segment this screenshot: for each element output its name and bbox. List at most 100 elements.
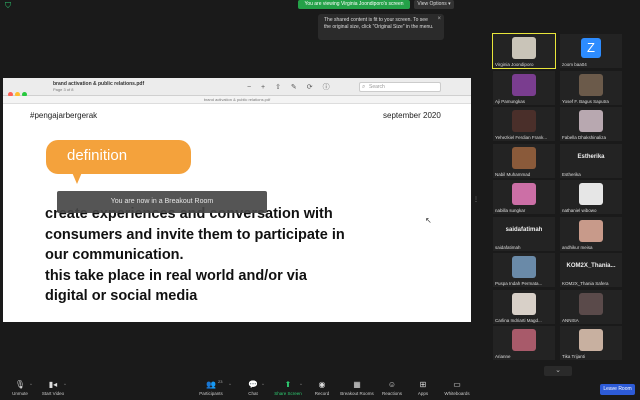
participant-video [579,110,603,132]
viewing-screen-banner: You are viewing Virginia Joondiporo's sc… [298,0,410,9]
fit-to-screen-tooltip: The shared content is fit to your screen… [318,14,444,40]
leave-room-button[interactable]: Leave Room [600,384,635,395]
pen-icon[interactable]: ✎ [291,84,301,91]
participant-name: KOM2X_Thania Safera [562,281,609,286]
panel-resize-handle[interactable]: ⋮ [473,196,479,206]
definition-label: definition [67,147,128,164]
body-line: digital or social media [45,288,198,304]
participant-name: Yehezkiel Ferdian Frank... [495,135,548,140]
close-icon[interactable]: × [437,16,441,23]
body-line: consumers and invite them to participate… [45,226,345,243]
definition-bubble-tail [71,170,83,184]
participant-display-name: saidafatimah [505,226,543,233]
zoom-out-icon[interactable]: − [247,84,255,91]
video-options-caret[interactable]: ^ [64,382,66,387]
participant-video [512,73,536,96]
participant-name: Puspa Indah Permata... [495,281,543,286]
participant-name: Nabil Muhammad [495,171,531,177]
participant-name: Estherika [562,171,581,177]
participants-button[interactable]: 👥 Participants [191,380,231,397]
participant-video [579,329,603,351]
participant-display-name: Estherika [577,153,605,160]
participant-video [512,183,536,205]
breakout-rooms-icon: ▦ [353,380,361,389]
participants-icon: 👥 [206,380,216,389]
zoom-in-icon[interactable]: + [261,84,269,91]
participant-name: nabilla sungkar [495,208,526,213]
participant-name: Arianne [495,354,511,359]
body-line: this take place in real world and/or via [45,267,307,284]
participant-tile[interactable]: nathaniel wibowo [560,180,622,214]
participant-tile[interactable]: Carlina Indriarti Magd... [493,289,555,324]
participant-tile[interactable]: Zzoom baa04 [560,34,622,68]
participant-video [512,329,536,351]
slide-hashtag: #pengajarbergerak [30,111,98,120]
participant-video [579,219,603,242]
view-options-button[interactable]: View Options ▾ [414,0,454,9]
participants-count: 23 [218,379,223,384]
participant-name: Tika Trijanti [562,354,585,359]
top-bar: ⛉ You are viewing Virginia Joondiporo's … [0,0,640,12]
chat-icon: 💬 [248,380,258,389]
participant-tile[interactable]: Aji Pamungkas [493,70,555,105]
participant-name: Virginia Joondiporo [495,62,534,67]
participant-video [512,146,536,169]
participant-video [512,110,536,132]
whiteboards-button[interactable]: ▭ Whiteboards [437,380,477,397]
participant-tile[interactable]: Puspa Indah Permata... [493,253,555,287]
participant-display-name: KOM2X_Thania... [566,263,616,269]
participant-video [579,183,603,205]
participant-tile[interactable]: andhikur meisa [560,216,622,251]
document-title-bar: brand activation & public relations.pdf [3,96,471,104]
pdf-viewer-toolbar: brand activation & public relations.pdf … [3,78,471,97]
shield-icon[interactable]: ⛉ [5,2,13,10]
search-input[interactable]: ⌕ Search [359,82,441,92]
video-off-icon: ▮◂ [48,380,58,389]
share-icon[interactable]: ⇧ [275,84,285,91]
chat-options-caret[interactable]: ^ [262,382,264,387]
participant-video [579,73,603,96]
viewer-tools: − + ⇧ ✎ ⟳ ⓘ [247,82,334,92]
record-icon: ◉ [318,380,326,389]
body-line: our communication. [45,247,184,263]
whiteboard-icon: ▭ [453,380,461,389]
slide-body-text: create experiences and conversation with… [45,204,425,307]
participant-tile[interactable]: Fabella Dhakshinaliza [560,107,622,141]
participant-name: andhikur meisa [562,244,593,250]
meeting-toolbar: 🎙 Unmute ^ ▮◂ Start Video ^ 👥 Participan… [0,378,640,400]
start-video-button[interactable]: ▮◂ Start Video [33,380,73,397]
participant-tile[interactable]: KOM2X_Thania... KOM2X_Thania Safera [560,253,622,287]
audio-options-caret[interactable]: ^ [30,382,32,387]
participant-name: Carlina Indriarti Magd... [495,317,542,323]
participant-tile[interactable]: Nabil Muhammad [493,143,555,178]
participant-tile[interactable]: Estherika Estherika [560,143,622,178]
participant-name: Fabella Dhakshinaliza [562,135,607,140]
participant-video [512,292,536,315]
participant-gallery: Virginia Joondiporo Zzoom baa04 Aji Pamung… [492,33,640,374]
record-button[interactable]: ◉ Record [302,380,342,397]
search-placeholder: Search [369,84,385,90]
page-info: Page 3 of 8 [53,87,74,92]
participant-name: Yosef F. Bagus Saputra [562,98,609,104]
participant-video [512,256,536,278]
participant-tile[interactable]: Arianne [493,326,555,360]
participant-tile[interactable]: Yehezkiel Ferdian Frank... [493,107,555,141]
participant-name: nathaniel wibowo [562,208,597,213]
participant-tile[interactable]: Virginia Joondiporo [492,33,556,69]
participant-tile[interactable]: nabilla sungkar [493,180,555,214]
participant-tile[interactable]: ANNISA [560,289,622,324]
participants-options-caret[interactable]: ^ [229,382,231,387]
participant-tile[interactable]: saidafatimah saidafatimah [493,216,555,251]
participant-tile[interactable]: Tika Trijanti [560,326,622,360]
rotate-icon[interactable]: ⟳ [307,84,317,91]
participant-name: saidafatimah [495,244,521,250]
chat-button[interactable]: 💬 Chat [233,380,273,397]
participant-name: zoom baa04 [562,62,587,67]
chevron-down-icon[interactable]: ⌄ [544,366,572,376]
info-icon[interactable]: ⓘ [323,84,334,91]
participant-name: ANNISA [562,317,579,323]
breakout-rooms-button[interactable]: ▦ Breakout Rooms [337,380,377,397]
participant-name: Aji Pamungkas [495,98,526,104]
participant-tile[interactable]: Yosef F. Bagus Saputra [560,70,622,105]
participant-video [512,37,536,59]
